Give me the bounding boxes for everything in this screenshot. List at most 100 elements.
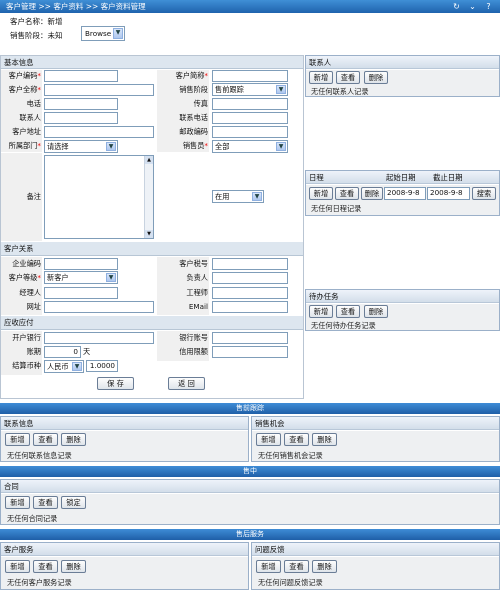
- exchange-rate-value: 1.0000: [89, 361, 115, 370]
- sales-stage-label: 销售阶段: [158, 83, 208, 97]
- schedule-add-button[interactable]: 新增: [309, 187, 333, 200]
- opportunity-body: 新增 查看 删除 无任何销售机会记录: [252, 431, 499, 461]
- address-input[interactable]: [44, 126, 154, 138]
- service-add-button[interactable]: 新增: [5, 560, 30, 573]
- todo-view-button[interactable]: 查看: [336, 305, 360, 318]
- schedule-start-input[interactable]: 2008-9-8: [384, 187, 426, 200]
- contract-add-label: 新增: [10, 498, 25, 507]
- contact-info-delete-button[interactable]: 删除: [61, 433, 86, 446]
- refresh-icon[interactable]: ↻: [452, 2, 461, 11]
- contract-add-button[interactable]: 新增: [5, 496, 30, 509]
- contacts-delete-button[interactable]: 删除: [364, 71, 388, 84]
- dept-select[interactable]: 请选择 ▼: [44, 140, 118, 153]
- customer-code-input[interactable]: [44, 70, 118, 82]
- contract-body: 新增 查看 锁定 无任何合同记录: [1, 494, 499, 524]
- sales-stage-select[interactable]: 售前跟踪 ▼: [212, 83, 288, 96]
- contact-info-view-button[interactable]: 查看: [33, 433, 58, 446]
- todo-add-button[interactable]: 新增: [309, 305, 333, 318]
- contract-view-button[interactable]: 查看: [33, 496, 58, 509]
- opportunity-view-button[interactable]: 查看: [284, 433, 309, 446]
- fax-input[interactable]: [212, 98, 288, 110]
- schedule-end-input[interactable]: 2008-9-8: [427, 187, 470, 200]
- feedback-add-button[interactable]: 新增: [256, 560, 281, 573]
- manager-input[interactable]: [44, 287, 118, 299]
- contact-info-add-button[interactable]: 新增: [5, 433, 30, 446]
- contract-lock-button[interactable]: 锁定: [61, 496, 86, 509]
- account-label-text: 银行账号: [179, 333, 208, 342]
- remark-label: 备注: [1, 190, 41, 204]
- minimize-icon[interactable]: ⌄: [468, 2, 477, 11]
- sales-stage-value: 售前跟踪: [215, 85, 244, 94]
- opportunity-add-button[interactable]: 新增: [256, 433, 281, 446]
- salesman-select[interactable]: 全部 ▼: [212, 140, 288, 153]
- service-view-button[interactable]: 查看: [33, 560, 58, 573]
- zip-label: 邮政编码: [158, 125, 208, 139]
- scroll-up-icon[interactable]: ▲: [145, 156, 153, 164]
- company-code-label-text: 企业编码: [12, 259, 41, 268]
- feedback-title: 问题反馈: [255, 545, 285, 554]
- schedule-search-button[interactable]: 搜索: [472, 187, 496, 200]
- schedule-delete-button[interactable]: 删除: [361, 187, 383, 200]
- engineer-input[interactable]: [212, 287, 288, 299]
- help-icon[interactable]: ?: [484, 2, 493, 11]
- credit-label-text: 信用限额: [179, 347, 208, 356]
- back-button[interactable]: 返 回: [168, 377, 205, 390]
- sales-stage-label-text: 销售阶段: [179, 85, 208, 94]
- contacts-add-button[interactable]: 新增: [309, 71, 333, 84]
- level-select[interactable]: 新客户 ▼: [44, 271, 118, 284]
- contact-input[interactable]: [44, 112, 118, 124]
- zip-input[interactable]: [212, 126, 288, 138]
- status-select[interactable]: 在用 ▼: [212, 190, 264, 203]
- credit-input[interactable]: [212, 346, 288, 358]
- opportunity-delete-button[interactable]: 删除: [312, 433, 337, 446]
- period-input[interactable]: 0: [44, 346, 81, 358]
- service-empty-text: 无任何客户服务记录: [7, 578, 72, 587]
- scrollbar[interactable]: ▲ ▼: [144, 156, 153, 238]
- scroll-down-icon[interactable]: ▼: [145, 230, 153, 238]
- dept-label-text: 所属部门: [8, 141, 38, 150]
- basic-info-title: 基本信息: [4, 58, 34, 67]
- contact-phone-input[interactable]: [212, 112, 288, 124]
- stage-value: 未知: [47, 31, 63, 40]
- credit-label: 信用限额: [158, 345, 208, 359]
- zip-label-text: 邮政编码: [179, 127, 208, 136]
- service-delete-button[interactable]: 删除: [61, 560, 86, 573]
- company-code-input[interactable]: [44, 258, 118, 270]
- contact-info-empty-text: 无任何联系信息记录: [7, 451, 72, 460]
- account-input[interactable]: [212, 332, 288, 344]
- opportunity-header: 销售机会: [252, 417, 499, 430]
- schedule-view-button[interactable]: 查看: [335, 187, 359, 200]
- address-label: 客户地址: [1, 125, 41, 139]
- bank-input[interactable]: [44, 332, 154, 344]
- contract-empty-text: 无任何合同记录: [7, 514, 58, 523]
- tax-input[interactable]: [212, 258, 288, 270]
- contacts-view-button[interactable]: 查看: [336, 71, 360, 84]
- breadcrumb: 客户管理 >> 客户资料 >> 客户资料管理: [6, 2, 146, 11]
- opportunity-panel: 销售机会 新增 查看 删除 无任何销售机会记录: [251, 416, 500, 462]
- email-input[interactable]: [212, 301, 288, 313]
- basic-info-header: 基本信息: [1, 56, 303, 69]
- customer-fullname-input[interactable]: [44, 84, 154, 96]
- browse-select[interactable]: Browse ▼: [81, 26, 125, 41]
- service-header: 客户服务: [1, 543, 248, 556]
- exchange-rate-input[interactable]: 1.0000: [86, 360, 118, 372]
- feedback-view-button[interactable]: 查看: [284, 560, 309, 573]
- opportunity-delete-label: 删除: [317, 435, 332, 444]
- feedback-body: 新增 查看 删除 无任何问题反馈记录: [252, 557, 499, 589]
- currency-select[interactable]: 人民币 ▼: [44, 360, 84, 373]
- feedback-delete-button[interactable]: 删除: [312, 560, 337, 573]
- contact-info-title: 联系信息: [4, 419, 34, 428]
- save-button[interactable]: 保 存: [97, 377, 134, 390]
- contacts-panel-title: 联系人: [309, 58, 332, 67]
- aftersale-bar-title: 售后服务: [236, 530, 264, 538]
- currency-value: 人民币: [47, 362, 69, 371]
- customer-short-input[interactable]: [212, 70, 288, 82]
- period-label: 账期: [1, 345, 41, 359]
- todo-delete-button[interactable]: 删除: [364, 305, 388, 318]
- owner-input[interactable]: [212, 272, 288, 284]
- salesman-label: 销售员*: [182, 141, 208, 150]
- remark-textarea[interactable]: ▲ ▼: [44, 155, 154, 239]
- phone-input[interactable]: [44, 98, 118, 110]
- website-input[interactable]: [44, 301, 154, 313]
- chevron-down-icon: ▼: [252, 192, 262, 201]
